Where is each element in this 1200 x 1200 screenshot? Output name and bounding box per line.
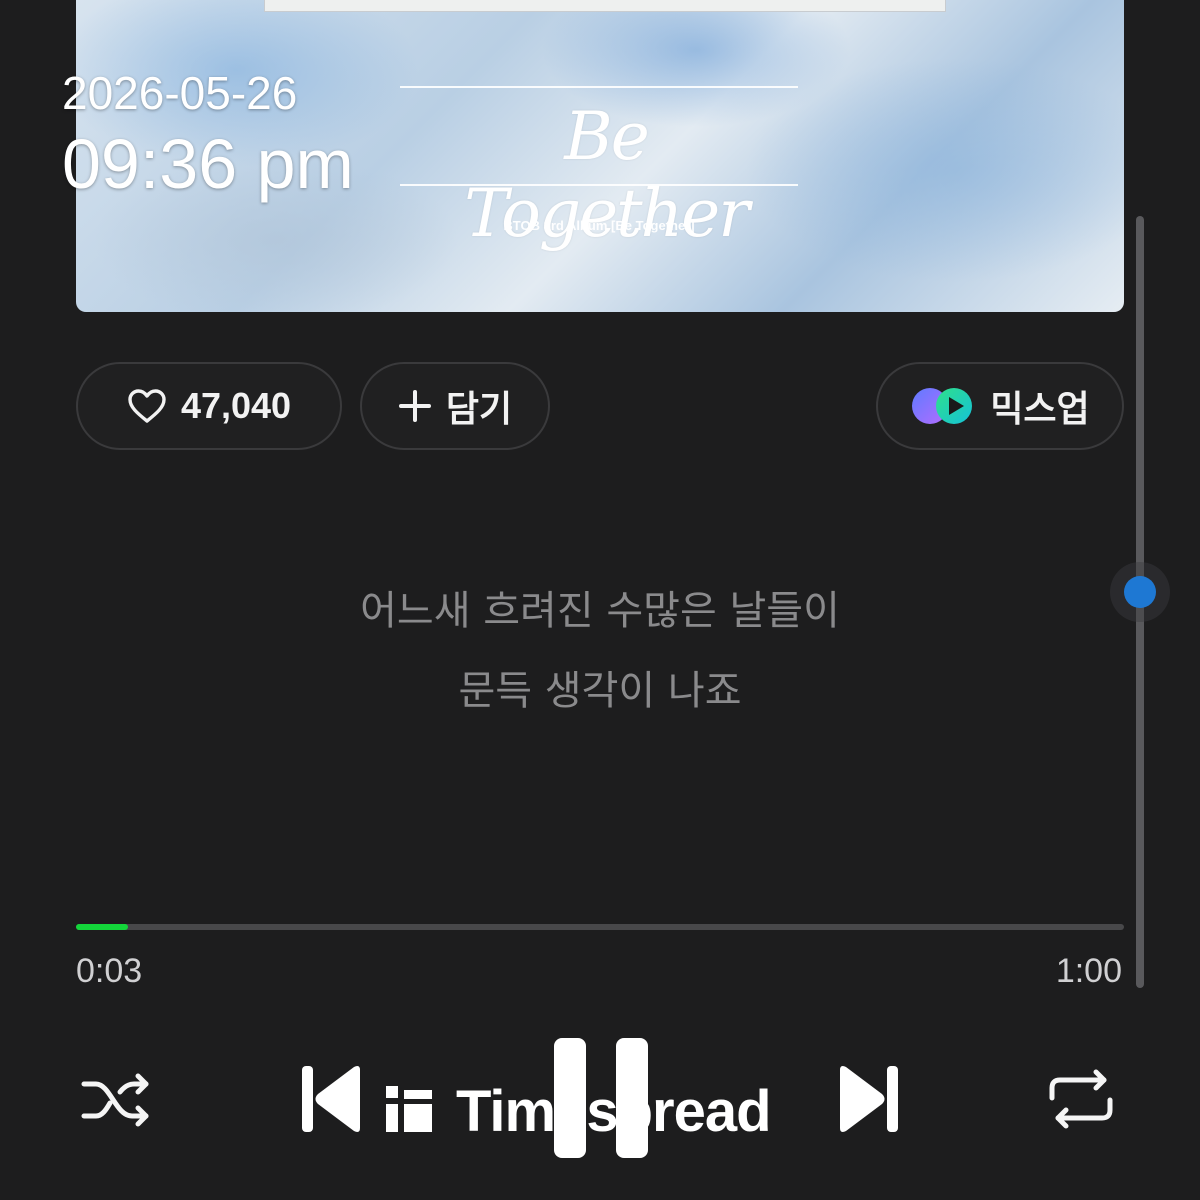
add-label: 담기 xyxy=(445,388,513,429)
mixup-button[interactable]: 믹스업 xyxy=(876,362,1124,450)
watermark-text: Timespread xyxy=(456,1078,772,1144)
timestamp-time: 09:36 pm xyxy=(62,125,354,203)
add-to-playlist-button[interactable]: 담기 xyxy=(360,362,550,450)
skip-previous-icon[interactable] xyxy=(300,1062,364,1140)
album-subtitle: BTOB 3rd Album [Be Together] xyxy=(503,218,695,233)
watermark-logo-icon xyxy=(384,1084,434,1138)
watermark: Timespread xyxy=(384,1076,772,1146)
skip-next-icon[interactable] xyxy=(836,1062,900,1140)
progress-bar[interactable] xyxy=(76,924,1124,930)
heart-icon xyxy=(127,388,167,424)
player-screen: Be Together BTOB 3rd Album [Be Together]… xyxy=(0,0,1200,1200)
progress-fill xyxy=(76,924,129,930)
timestamp-date: 2026-05-26 xyxy=(62,67,298,119)
mixup-logo-icon xyxy=(910,386,976,426)
like-count: 47,040 xyxy=(180,385,292,426)
scrollbar-thumb[interactable] xyxy=(1124,576,1156,608)
lyric-line-2[interactable]: 문득 생각이 나죠 xyxy=(0,658,1200,716)
plus-icon xyxy=(398,389,432,423)
mixup-label: 믹스업 xyxy=(990,388,1090,429)
album-art-rule-bottom xyxy=(400,184,798,186)
lyric-line-1[interactable]: 어느새 흐려진 수많은 날들이 xyxy=(0,578,1200,636)
repeat-icon[interactable] xyxy=(1046,1068,1116,1134)
shuffle-icon[interactable] xyxy=(80,1070,154,1134)
total-duration: 1:00 xyxy=(1055,952,1122,990)
like-button[interactable]: 47,040 xyxy=(76,362,342,450)
album-art-rule-top xyxy=(400,86,798,88)
elapsed-time: 0:03 xyxy=(76,952,143,990)
album-art-paper xyxy=(264,0,946,12)
